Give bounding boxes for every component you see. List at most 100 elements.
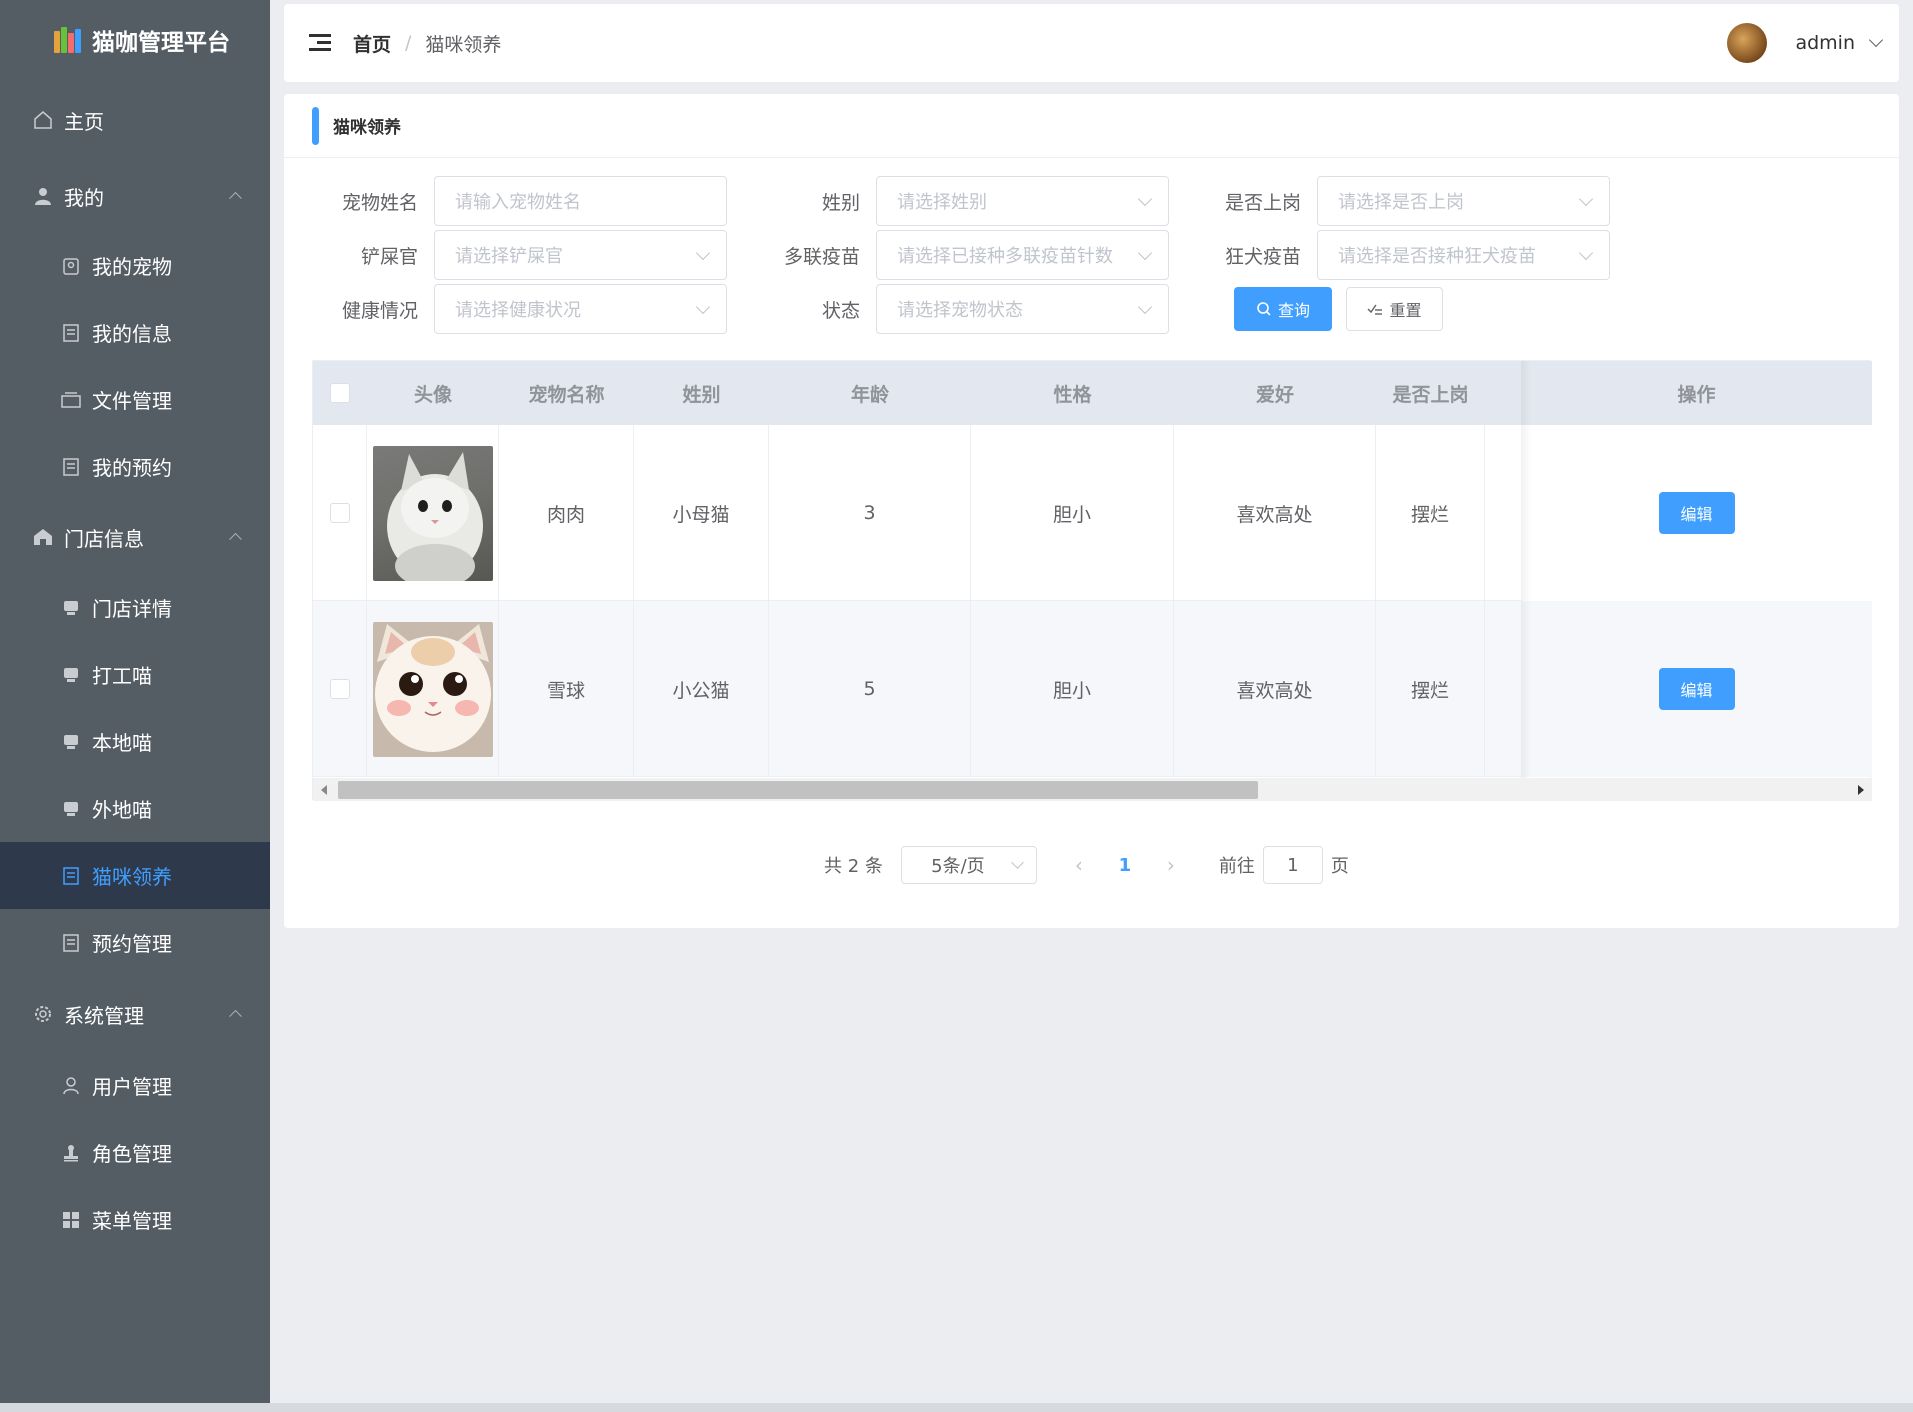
filter-rabies: 狂犬疫苗 请选择是否接种狂犬疫苗 [1167, 230, 1610, 280]
column-header: 性格 [1053, 383, 1092, 406]
sidebar-item-menu-mgmt[interactable]: 菜单管理 [0, 1186, 270, 1253]
reset-label: 重置 [1389, 301, 1422, 320]
sidebar-item-label: 系统管理 [64, 1003, 144, 1028]
chevron-down-icon[interactable] [1868, 32, 1884, 48]
sidebar-item-files[interactable]: 文件管理 [0, 366, 270, 433]
reset-button[interactable]: 重置 [1346, 287, 1443, 331]
menu-toggle-icon[interactable] [309, 34, 331, 52]
row-checkbox[interactable] [329, 679, 350, 699]
placeholder: 请输入宠物姓名 [455, 192, 581, 213]
user-menu[interactable]: admin [1727, 4, 1884, 82]
rabies-select[interactable]: 请选择是否接种狂犬疫苗 [1317, 230, 1610, 280]
sidebar-item-user-mgmt[interactable]: 用户管理 [0, 1052, 270, 1119]
avatar[interactable] [1727, 23, 1768, 63]
pet-name-cell: 肉肉 [499, 425, 634, 601]
chevron-down-icon [1578, 245, 1594, 261]
sidebar-item-local-cats[interactable]: 本地喵 [0, 708, 270, 775]
goto-label: 前往 [1218, 856, 1255, 877]
column-header: 年龄 [850, 383, 889, 406]
pet-name-input[interactable]: 请输入宠物姓名 [434, 176, 727, 226]
sidebar-item-system-mgmt[interactable]: 系统管理 [0, 976, 270, 1052]
brand: 猫咖管理平台 [0, 0, 270, 80]
chevron-down-icon [1011, 856, 1024, 869]
edit-button[interactable]: 编辑 [1658, 668, 1735, 710]
pet-name-cell: 雪球 [499, 601, 634, 777]
goto-page-input[interactable]: 1 [1262, 846, 1323, 884]
username[interactable]: admin [1795, 32, 1855, 54]
select-all-cell [313, 361, 367, 425]
filter-health: 健康情况 请选择健康状况 [284, 284, 727, 334]
sidebar-item-my-reservations[interactable]: 我的预约 [0, 433, 270, 500]
search-icon [1257, 302, 1271, 316]
horizontal-scrollbar[interactable] [313, 778, 1872, 801]
page-number[interactable]: 1 [1095, 855, 1155, 876]
placeholder: 请选择是否上岗 [1338, 192, 1464, 213]
sidebar-item-mine[interactable]: 我的 [0, 160, 270, 232]
edit-button[interactable]: 编辑 [1658, 492, 1735, 534]
sidebar-item-label: 门店信息 [64, 526, 144, 551]
sidebar-item-label: 预约管理 [92, 932, 172, 956]
filter-label: 狂犬疫苗 [1224, 245, 1301, 268]
filter-label: 健康情况 [341, 299, 418, 322]
filter-pet-name: 宠物姓名 请输入宠物姓名 [284, 176, 727, 226]
avatar-cell [367, 425, 499, 601]
sidebar-item-my-pets[interactable]: 我的宠物 [0, 232, 270, 299]
prev-page-icon[interactable]: ‹ [1063, 853, 1095, 877]
breadcrumb-home[interactable]: 首页 [353, 30, 391, 57]
sidebar-item-reservation-mgmt[interactable]: 预约管理 [0, 909, 270, 976]
sidebar-item-shop-detail[interactable]: 门店详情 [0, 574, 270, 641]
multi-vaccine-select[interactable]: 请选择已接种多联疫苗针数 [876, 230, 1169, 280]
avatar-cell [367, 601, 499, 777]
page-size-value: 5条/页 [931, 856, 985, 877]
document-icon [60, 322, 82, 344]
personality-cell: 胆小 [971, 425, 1174, 601]
owner-select[interactable]: 请选择铲屎官 [434, 230, 727, 280]
grid-icon [60, 1209, 82, 1231]
breadcrumb-separator: / [405, 32, 412, 54]
sidebar-item-label: 外地喵 [92, 798, 152, 822]
gender-select[interactable]: 请选择姓别 [876, 176, 1169, 226]
placeholder: 请选择健康状况 [455, 300, 581, 321]
status-select[interactable]: 请选择宠物状态 [876, 284, 1169, 334]
sidebar-item-my-info[interactable]: 我的信息 [0, 299, 270, 366]
table-header: 头像 宠物名称 姓别 年龄 性格 爱好 是否上岗 操作 [313, 361, 1872, 425]
chevron-down-icon [695, 245, 711, 261]
query-label: 查询 [1277, 301, 1310, 320]
health-select[interactable]: 请选择健康状况 [434, 284, 727, 334]
reset-icon [1367, 304, 1383, 315]
spacer-cell [1485, 425, 1521, 601]
table-row: 雪球 小公猫 5 胆小 喜欢高处 摆烂 编辑 [313, 601, 1872, 777]
filter-on-duty: 是否上岗 请选择是否上岗 [1167, 176, 1610, 226]
sidebar-item-label: 打工喵 [92, 664, 152, 688]
column-header: 姓别 [682, 383, 721, 406]
row-select-cell [313, 425, 367, 601]
sidebar-item-label: 文件管理 [92, 389, 172, 413]
next-page-icon[interactable]: › [1155, 853, 1187, 877]
scroll-left-arrow-icon[interactable] [321, 785, 327, 795]
sidebar-item-role-mgmt[interactable]: 角色管理 [0, 1119, 270, 1186]
column-header: 爱好 [1255, 383, 1294, 406]
scrollbar-thumb[interactable] [338, 781, 1258, 799]
filter-label: 是否上岗 [1224, 191, 1301, 214]
hobby-cell: 喜欢高处 [1174, 601, 1376, 777]
sidebar-item-foreign-cats[interactable]: 外地喵 [0, 775, 270, 842]
personality-cell: 胆小 [971, 601, 1174, 777]
sidebar-item-label: 菜单管理 [92, 1209, 172, 1233]
sidebar-item-cat-adoption[interactable]: 猫咪领养 [0, 842, 270, 909]
books-logo-icon [52, 25, 82, 55]
on-duty-select[interactable]: 请选择是否上岗 [1317, 176, 1610, 226]
sidebar-item-home[interactable]: 主页 [0, 80, 270, 160]
hobby-cell: 喜欢高处 [1174, 425, 1376, 601]
sidebar-item-label: 本地喵 [92, 731, 152, 755]
page-size-select[interactable]: 5条/页 [900, 846, 1037, 884]
sidebar-item-label: 角色管理 [92, 1142, 172, 1166]
sidebar-item-shop-info[interactable]: 门店信息 [0, 500, 270, 574]
fixed-column-shadow [1521, 361, 1531, 778]
scroll-right-arrow-icon[interactable] [1858, 785, 1864, 795]
sidebar-item-label: 我的 [64, 185, 104, 210]
query-button[interactable]: 查询 [1234, 287, 1332, 331]
row-checkbox[interactable] [329, 503, 350, 523]
select-all-checkbox[interactable] [330, 383, 350, 403]
user-icon [32, 185, 54, 207]
sidebar-item-working-cats[interactable]: 打工喵 [0, 641, 270, 708]
